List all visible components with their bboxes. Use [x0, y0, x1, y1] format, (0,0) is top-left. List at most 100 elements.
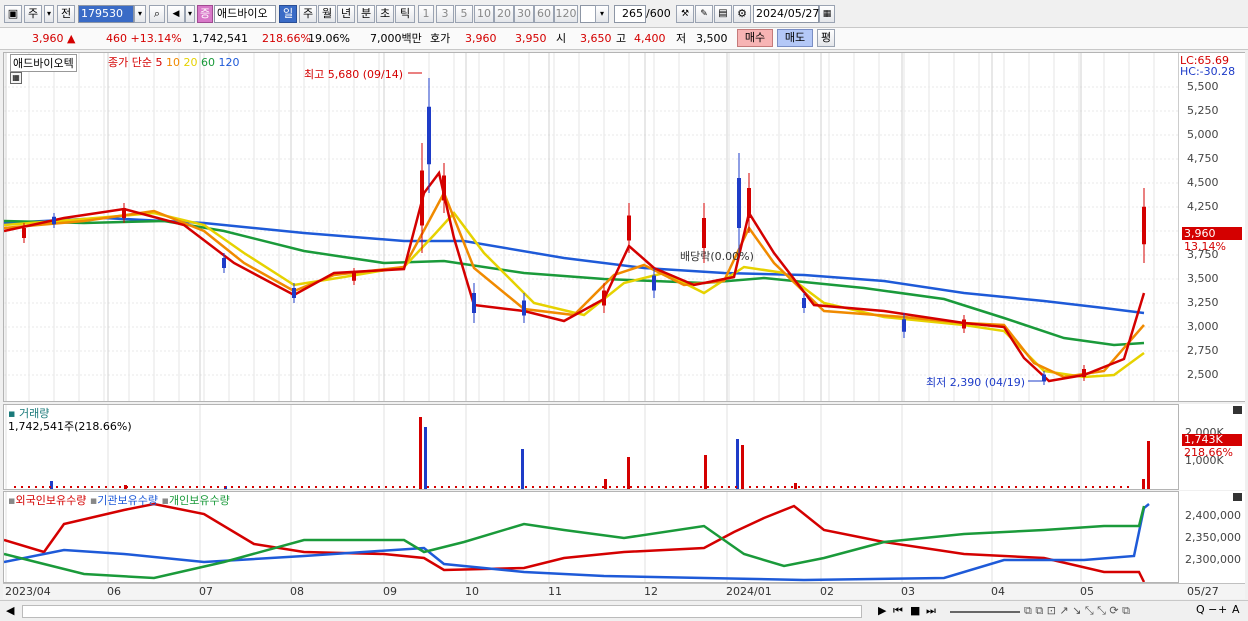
- interval-10[interactable]: 10: [474, 5, 494, 23]
- tab-year[interactable]: 년: [337, 5, 355, 23]
- interval-60[interactable]: 60: [534, 5, 554, 23]
- tab-week[interactable]: 주: [299, 5, 317, 23]
- count-input[interactable]: 265: [614, 5, 646, 23]
- draw-icon[interactable]: ✎: [695, 5, 713, 23]
- x-label: 09: [383, 585, 397, 598]
- x-label: 08: [290, 585, 304, 598]
- grid-icon[interactable]: ▦: [10, 72, 22, 84]
- ma-20: 20: [183, 56, 198, 69]
- ma-label: 종가 단순: [108, 56, 152, 69]
- interval-30[interactable]: 30: [514, 5, 534, 23]
- price-tick: 2,750: [1187, 344, 1219, 357]
- buy-button[interactable]: 매수: [737, 29, 773, 47]
- low-label: 저: [676, 32, 687, 45]
- zoom-in-icon[interactable]: +: [1218, 603, 1227, 616]
- chevron-down-icon-2[interactable]: ▾: [185, 5, 195, 23]
- price-tick: 5,500: [1187, 80, 1219, 93]
- period-jong-button[interactable]: 주: [24, 5, 42, 23]
- stock-name-field[interactable]: 애드바이오: [214, 5, 276, 23]
- stop-icon[interactable]: ■: [910, 604, 920, 617]
- chevron-down-icon[interactable]: ▾: [44, 5, 54, 23]
- period-jeon-button[interactable]: 전: [57, 5, 75, 23]
- gear-icon[interactable]: ⚙: [733, 5, 751, 23]
- interval-120[interactable]: 120: [554, 5, 578, 23]
- stock-tag: 애드바이오텍: [10, 54, 77, 72]
- volume-ratio: 218.66%: [262, 32, 311, 45]
- view-tools-icons[interactable]: ⧉ ⧉ ⊡ ↗ ↘ ⤡ ⤡ ⟳ ⧉: [1024, 604, 1130, 618]
- high-label: 고: [616, 32, 627, 45]
- scroll-left-icon[interactable]: ◀: [6, 604, 14, 617]
- x-label: 07: [199, 585, 213, 598]
- fast-forward-icon[interactable]: ⏭: [926, 604, 936, 618]
- x-label: 11: [548, 585, 562, 598]
- volume-value-label: 1,742,541주(218.66%): [8, 420, 132, 433]
- price-tick: 4,500: [1187, 176, 1219, 189]
- tab-month[interactable]: 월: [318, 5, 336, 23]
- high-annotation: 최고 5,680 (09/14): [304, 68, 404, 81]
- sell-button[interactable]: 매도: [777, 29, 813, 47]
- layout-icon[interactable]: ▣: [4, 5, 22, 23]
- volume-current-pct: 218.66%: [1184, 446, 1233, 459]
- price-tick: 5,250: [1187, 104, 1219, 117]
- tab-day[interactable]: 일: [279, 5, 297, 23]
- font-size-icon[interactable]: A: [1232, 603, 1240, 616]
- price-tick: 3,250: [1187, 296, 1219, 309]
- x-label: 04: [991, 585, 1005, 598]
- tab-minute[interactable]: 분: [357, 5, 375, 23]
- low-annotation: 최저 2,390 (04/19): [926, 376, 1026, 389]
- turnover: 19.06%: [308, 32, 350, 45]
- search-icon[interactable]: ⌕: [149, 5, 165, 23]
- holding-close-icon[interactable]: [1233, 493, 1242, 501]
- hold-tick-1: 2,400,000: [1185, 509, 1241, 522]
- quote-bar: 3,960 ▲ 460 +13.14% 1,742,541 218.66% 19…: [0, 28, 1248, 50]
- zoom-out-icon[interactable]: Q −: [1196, 603, 1217, 616]
- date-input[interactable]: 2024/05/27: [753, 5, 819, 23]
- x-label: 02: [820, 585, 834, 598]
- price-chart[interactable]: 애드바이오텍 ▦ 종가 단순 5 10 20 60 120 최고 5,680 (…: [3, 52, 1180, 402]
- x-label: 2023/04: [5, 585, 51, 598]
- foreign-legend: 외국인보유수량: [15, 494, 87, 507]
- rewind-icon[interactable]: ⏮: [893, 604, 903, 618]
- open-price: 3,650: [580, 32, 612, 45]
- price-tick: 4,750: [1187, 152, 1219, 165]
- x-label: 10: [465, 585, 479, 598]
- interval-3[interactable]: 3: [436, 5, 454, 23]
- code-dropdown-icon[interactable]: ▾: [134, 5, 146, 23]
- eval-button[interactable]: 평: [817, 29, 835, 47]
- save-icon[interactable]: ▤: [714, 5, 732, 23]
- play-forward-icon[interactable]: ▶: [878, 604, 886, 617]
- x-label: 12: [644, 585, 658, 598]
- interval-dropdown-icon[interactable]: ▾: [595, 5, 609, 23]
- stock-code-input[interactable]: 179530: [78, 5, 134, 23]
- price-change: 460 +13.14%: [106, 32, 182, 45]
- x-axis: 2023/04 06 07 08 09 10 11 12 2024/01 02 03 04 05 05/2…: [3, 583, 1245, 599]
- volume-current-tag: 1,743K: [1182, 434, 1242, 446]
- calendar-icon[interactable]: ▦: [819, 5, 835, 23]
- holding-legend: ▪외국인보유수량 ▪기관보유수량 ▪개인보유수량: [8, 494, 230, 507]
- volume-close-icon[interactable]: [1233, 406, 1242, 414]
- bid-price: 3,950: [515, 32, 547, 45]
- volume-value: 1,742,541: [192, 32, 248, 45]
- holding-chart[interactable]: ▪외국인보유수량 ▪기관보유수량 ▪개인보유수량: [3, 491, 1179, 583]
- chart-scrollbar[interactable]: ◀ ▶ ⏮ ■ ⏭ ⧉ ⧉ ⊡ ↗ ↘ ⤡ ⤡ ⟳ ⧉ Q − + A: [0, 600, 1248, 621]
- hold-tick-3: 2,300,000: [1185, 553, 1241, 566]
- speaker-icon[interactable]: ◀: [167, 5, 185, 23]
- interval-5[interactable]: 5: [455, 5, 473, 23]
- x-label: 05: [1080, 585, 1094, 598]
- tool-icon[interactable]: ⚒: [676, 5, 694, 23]
- low-price: 3,500: [696, 32, 728, 45]
- tab-tick[interactable]: 틱: [395, 5, 415, 23]
- zoom-slider[interactable]: [950, 611, 1020, 613]
- open-label: 시: [556, 32, 567, 45]
- volume-chart[interactable]: ▪ 거래량 1,742,541주(218.66%): [3, 404, 1242, 490]
- x-label: 03: [901, 585, 915, 598]
- interval-20[interactable]: 20: [494, 5, 514, 23]
- interval-1[interactable]: 1: [418, 5, 434, 23]
- price-axis: LC:65.69 HC:-30.28 5,500 5,250 5,000 4,750 4…: [1179, 52, 1245, 402]
- tab-second[interactable]: 초: [376, 5, 394, 23]
- scroll-track[interactable]: [22, 605, 862, 618]
- hold-tick-2: 2,350,000: [1185, 531, 1241, 544]
- hoga-label: 호가: [430, 32, 451, 45]
- ma-10: 10: [165, 56, 180, 69]
- ma-legend: 종가 단순 5 10 20 60 120: [108, 54, 239, 70]
